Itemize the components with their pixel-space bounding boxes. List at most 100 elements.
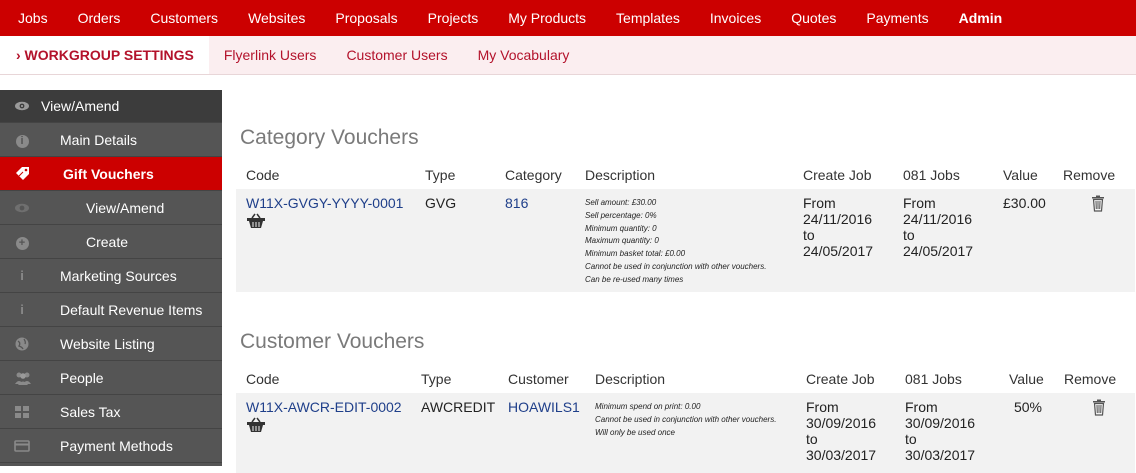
cell-description: Minimum spend on print: 0.00 Cannot be u…: [585, 393, 796, 473]
sidebar-item-gift-view-amend[interactable]: View/Amend: [0, 191, 222, 225]
cell-081-jobs: From 24/11/2016 to 24/05/2017: [893, 189, 993, 292]
date-label: to: [803, 227, 815, 243]
nav-proposals[interactable]: Proposals: [320, 0, 412, 36]
subnav-my-vocabulary[interactable]: My Vocabulary: [463, 36, 585, 74]
description-line: Minimum basket total: £0.00: [585, 249, 686, 259]
basket-icon[interactable]: [246, 417, 266, 433]
sidebar-item-view-amend[interactable]: View/Amend: [0, 90, 222, 123]
sidebar-item-label: Default Revenue Items: [60, 301, 203, 318]
cell-value: 50%: [999, 393, 1054, 473]
nav-invoices[interactable]: Invoices: [695, 0, 776, 36]
subnav-customer-users[interactable]: Customer Users: [331, 36, 462, 74]
col-header-customer: Customer: [508, 370, 569, 387]
trash-icon[interactable]: [1091, 195, 1105, 212]
customer-link[interactable]: HOAWILS1: [508, 399, 580, 415]
col-header-remove: Remove: [1064, 370, 1117, 387]
category-vouchers-table: Code Type Category Description Create Jo…: [236, 160, 1135, 292]
cell-type: AWCREDIT: [411, 393, 498, 473]
col-header-remove: Remove: [1063, 166, 1116, 183]
nav-orders[interactable]: Orders: [63, 0, 136, 36]
nav-quotes[interactable]: Quotes: [776, 0, 851, 36]
date-label: From: [806, 399, 839, 415]
sidebar-item-label: Create: [86, 233, 129, 250]
table-header-row: Code Type Customer Description Create Jo…: [236, 364, 1135, 393]
category-vouchers-title: Category Vouchers: [240, 126, 419, 149]
plus-circle-icon: +: [14, 234, 30, 250]
table-row: W11X-AWCR-EDIT-0002 AWCREDIT HOAWILS1 Mi…: [236, 393, 1135, 473]
sidebar-item-gift-vouchers[interactable]: Gift Vouchers: [0, 157, 222, 191]
cell-category: 816: [495, 189, 575, 292]
sidebar-item-main-details[interactable]: i Main Details: [0, 123, 222, 157]
category-link[interactable]: 816: [505, 195, 528, 211]
description-line: Cannot be used in conjunction with other…: [585, 261, 767, 271]
description-line: Minimum quantity: 0: [585, 223, 657, 233]
date-label: From: [905, 399, 938, 415]
tag-icon: [14, 166, 30, 182]
sidebar-item-label: Gift Vouchers: [63, 165, 154, 182]
info-small-icon: i: [20, 301, 24, 317]
basket-icon[interactable]: [246, 213, 266, 229]
cell-remove: [1054, 393, 1135, 473]
col-header-create-job: Create Job: [806, 370, 875, 387]
sidebar-item-people[interactable]: People: [0, 361, 222, 395]
cell-value: £30.00: [993, 189, 1053, 292]
col-header-description: Description: [585, 166, 656, 183]
description-line: Sell percentage: 0%: [585, 210, 657, 220]
date-to: 24/05/2017: [903, 243, 974, 259]
globe-icon: [14, 336, 30, 352]
date-to: 30/03/2017: [806, 447, 877, 463]
cell-081-jobs: From 30/09/2016 to 30/03/2017: [895, 393, 999, 473]
cell-customer: HOAWILS1: [498, 393, 585, 473]
table-row: W11X-GVGY-YYYY-0001 GVG 816 Sell amount:…: [236, 189, 1135, 292]
eye-icon: [14, 98, 30, 114]
date-from: 30/09/2016: [905, 415, 976, 431]
sidebar-item-label: Sales Tax: [60, 403, 121, 420]
trash-icon[interactable]: [1092, 399, 1106, 416]
col-header-category: Category: [505, 166, 562, 183]
nav-admin[interactable]: Admin: [944, 0, 1018, 36]
nav-templates[interactable]: Templates: [601, 0, 695, 36]
sidebar-item-label: Marketing Sources: [60, 267, 177, 284]
date-label: From: [803, 195, 836, 211]
sidebar-item-label: Website Listing: [60, 335, 155, 352]
customer-vouchers-table: Code Type Customer Description Create Jo…: [236, 364, 1135, 473]
nav-projects[interactable]: Projects: [413, 0, 494, 36]
date-label: to: [806, 431, 818, 447]
sidebar-item-sales-tax[interactable]: Sales Tax: [0, 395, 222, 429]
subnav-flyerlink-users[interactable]: Flyerlink Users: [209, 36, 332, 74]
date-to: 30/03/2017: [905, 447, 976, 463]
date-to: 24/05/2017: [803, 243, 874, 259]
col-header-type: Type: [421, 370, 452, 387]
sidebar-item-create[interactable]: + Create: [0, 225, 222, 259]
table-header-row: Code Type Category Description Create Jo…: [236, 160, 1135, 189]
sidebar-item-default-revenue-items[interactable]: i Default Revenue Items: [0, 293, 222, 327]
nav-customers[interactable]: Customers: [135, 0, 233, 36]
sidebar-item-label: People: [60, 369, 104, 386]
sidebar-item-website-listing[interactable]: Website Listing: [0, 327, 222, 361]
sidebar-item-payment-methods[interactable]: Payment Methods: [0, 429, 222, 463]
date-from: 24/11/2016: [903, 211, 973, 227]
cell-code: W11X-AWCR-EDIT-0002: [236, 393, 411, 473]
col-header-description: Description: [595, 370, 666, 387]
sidebar-item-label: View/Amend: [86, 199, 165, 216]
voucher-code-link[interactable]: W11X-GVGY-YYYY-0001: [246, 195, 403, 211]
date-from: 30/09/2016: [806, 415, 877, 431]
info-icon: i: [14, 132, 30, 148]
subnav-workgroup-settings[interactable]: › WORKGROUP SETTINGS: [0, 36, 209, 74]
eye-icon: [14, 200, 30, 216]
value-text: 50%: [1013, 399, 1042, 415]
voucher-code-link[interactable]: W11X-AWCR-EDIT-0002: [246, 399, 402, 415]
nav-my-products[interactable]: My Products: [493, 0, 601, 36]
nav-payments[interactable]: Payments: [851, 0, 943, 36]
cell-remove: [1053, 189, 1135, 292]
col-header-value: Value: [1003, 166, 1038, 183]
col-header-code: Code: [246, 370, 280, 387]
nav-jobs[interactable]: Jobs: [0, 0, 63, 36]
nav-websites[interactable]: Websites: [233, 0, 320, 36]
grid-icon: [14, 404, 30, 420]
description-line: Maximum quantity: 0: [585, 236, 659, 246]
info-small-icon: i: [20, 267, 24, 283]
date-label: to: [903, 227, 915, 243]
sidebar-item-marketing-sources[interactable]: i Marketing Sources: [0, 259, 222, 293]
cell-code: W11X-GVGY-YYYY-0001: [236, 189, 415, 292]
